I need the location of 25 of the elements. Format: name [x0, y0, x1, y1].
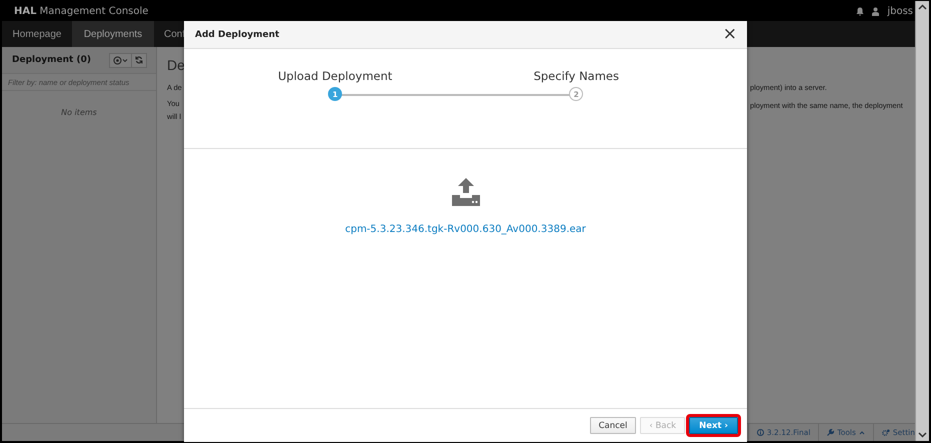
upload-icon	[450, 178, 480, 206]
nav-tab[interactable]: Conf	[154, 21, 184, 47]
bell-icon[interactable]	[856, 6, 864, 16]
user-menu[interactable]: jboss	[887, 6, 913, 16]
refresh-icon	[135, 56, 143, 64]
empty-message: No items	[60, 108, 98, 117]
file-name-link[interactable]: cpm-5.3.23.346.tgk-Rv000.630_Av000.3389.ear	[345, 224, 586, 235]
scroll-up-icon[interactable]	[918, 4, 927, 10]
step-label: Specify Names	[534, 69, 619, 83]
close-button[interactable]: ×	[722, 26, 737, 43]
page-title: De	[167, 56, 184, 74]
add-menu-button[interactable]	[109, 52, 132, 68]
scrollbar[interactable]	[915, 1, 929, 441]
app-title: HAL Management Console	[14, 6, 150, 16]
next-button[interactable]: Next ›	[689, 417, 738, 434]
user-icon[interactable]	[872, 6, 880, 16]
scroll-down-icon[interactable]	[918, 432, 927, 438]
nav-tab[interactable]: Deployments	[72, 21, 154, 47]
sidebar-title: Deployment (0)	[12, 55, 91, 65]
dialog-title: Add Deployment	[195, 30, 280, 40]
refresh-button[interactable]	[132, 52, 147, 68]
step-label: Upload Deployment	[278, 69, 392, 83]
nav-tab[interactable]: Homepage	[2, 21, 72, 47]
dropdown-icon	[113, 56, 128, 64]
cancel-button[interactable]: Cancel	[590, 417, 636, 434]
